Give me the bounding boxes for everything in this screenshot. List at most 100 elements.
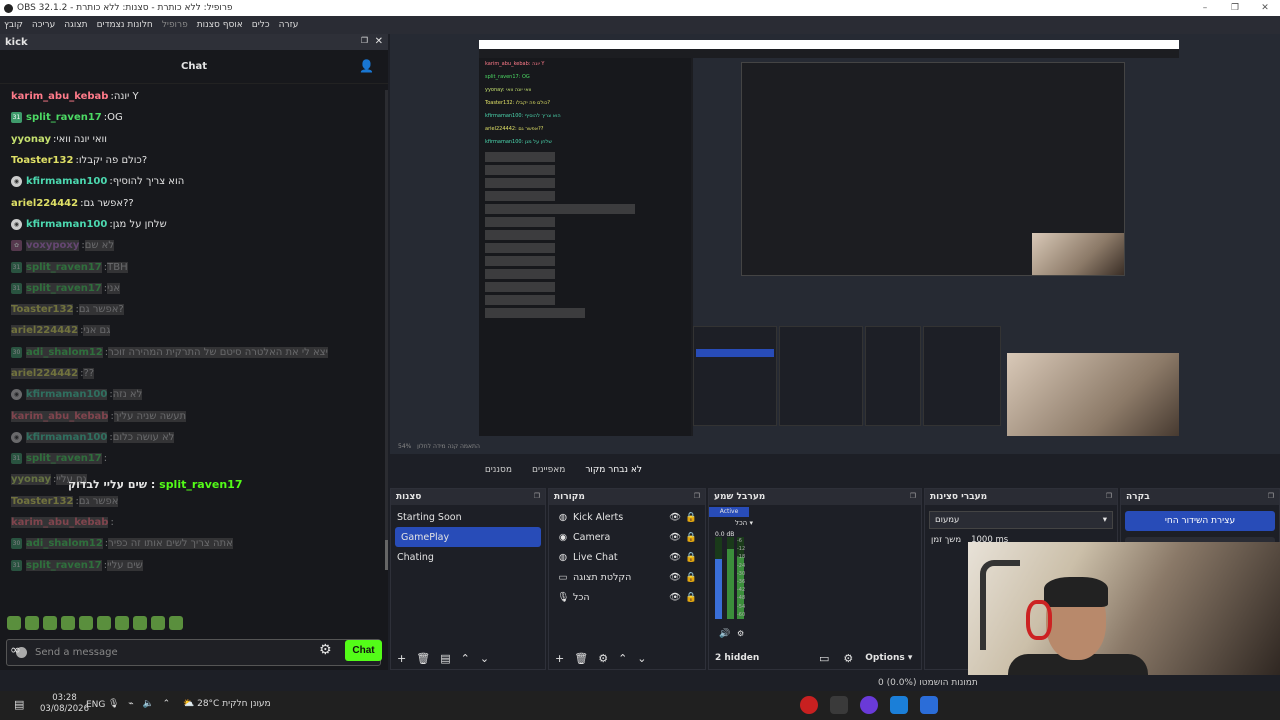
app-icon-edge[interactable]: [890, 696, 908, 714]
mixer-channel-name[interactable]: הכל ▾: [735, 519, 753, 527]
chat-send-button[interactable]: Chat: [345, 640, 382, 661]
add-source-icon[interactable]: +: [555, 652, 564, 665]
chat-username[interactable]: karim_abu_kebab: [11, 517, 109, 529]
chat-username[interactable]: ariel224442: [11, 368, 79, 379]
lock-icon[interactable]: 🔒: [685, 512, 697, 523]
menu-help[interactable]: עזרה: [279, 20, 299, 30]
chat-username[interactable]: ariel224442: [11, 198, 78, 209]
emote-icon[interactable]: [79, 616, 93, 630]
tab-filters[interactable]: מסננים: [485, 465, 512, 475]
lock-icon[interactable]: 🔒: [685, 572, 697, 583]
scene-item[interactable]: Chating: [391, 547, 545, 567]
close-dock-icon[interactable]: ✕: [375, 36, 383, 47]
preview-canvas[interactable]: karim_abu_kebab: יונה Y split_raven17: O…: [479, 40, 1179, 436]
chat-username[interactable]: split_raven17: [26, 282, 102, 294]
mixer-options-button[interactable]: Options ▾: [865, 653, 912, 663]
chat-username[interactable]: split_raven17: [26, 261, 102, 273]
emote-icon[interactable]: [169, 616, 183, 630]
visibility-icon[interactable]: 👁: [669, 592, 681, 603]
minimize-button[interactable]: –: [1190, 0, 1220, 16]
float-dock-icon[interactable]: ❐: [361, 36, 368, 45]
emote-icon[interactable]: [97, 616, 111, 630]
move-up-icon[interactable]: ⌃: [618, 652, 627, 665]
notifications-icon[interactable]: ▤: [14, 698, 24, 711]
chat-username[interactable]: karim_abu_kebab: [11, 410, 109, 422]
add-scene-icon[interactable]: +: [397, 652, 406, 665]
chat-username[interactable]: adi_shalom12: [26, 538, 103, 550]
emote-icon[interactable]: [7, 616, 21, 630]
language-indicator[interactable]: ENG: [86, 700, 105, 710]
mute-icon[interactable]: 🔊: [719, 629, 730, 639]
app-icon-store[interactable]: [920, 696, 938, 714]
menu-tools[interactable]: כלים: [252, 20, 270, 30]
chat-username[interactable]: kfirmaman100: [26, 219, 107, 230]
visibility-icon[interactable]: 👁: [669, 572, 681, 583]
float-dock-icon[interactable]: ❐: [1106, 492, 1112, 500]
lock-icon[interactable]: 🔒: [685, 532, 697, 543]
transition-select[interactable]: עמעום ▾: [929, 511, 1113, 529]
chat-settings-gear-icon[interactable]: ⚙: [319, 642, 332, 658]
menu-profile[interactable]: פרופיל: [162, 20, 188, 30]
app-icon-discord[interactable]: [860, 696, 878, 714]
menu-view[interactable]: תצוגה: [64, 20, 87, 30]
chat-username[interactable]: Toaster132: [11, 155, 73, 166]
chat-username[interactable]: yyonay: [11, 134, 51, 145]
system-tray-icons[interactable]: 🎙 ⌁ 🔈 ⌃: [108, 699, 173, 709]
chat-username[interactable]: kfirmaman100: [26, 176, 107, 187]
chat-username[interactable]: kfirmaman100: [26, 431, 108, 443]
infinity-icon[interactable]: ∞: [10, 643, 21, 658]
lock-icon[interactable]: 🔒: [685, 592, 697, 603]
remove-source-icon[interactable]: 🗑: [574, 652, 588, 665]
menu-docks[interactable]: חלונות נצמדים: [97, 20, 153, 30]
float-dock-icon[interactable]: ❐: [1268, 492, 1274, 500]
visibility-icon[interactable]: 👁: [669, 532, 681, 543]
emote-icon[interactable]: [25, 616, 39, 630]
users-icon[interactable]: 👤: [359, 59, 374, 73]
taskbar-clock[interactable]: 03:28 03/08/2026: [40, 693, 89, 715]
volume-slider[interactable]: [715, 537, 722, 619]
chat-username[interactable]: split_raven17: [26, 112, 102, 123]
maximize-button[interactable]: ❐: [1220, 0, 1250, 16]
move-down-icon[interactable]: ⌄: [637, 652, 646, 665]
scene-item[interactable]: GamePlay: [395, 527, 541, 547]
chat-username[interactable]: split_raven17: [26, 559, 102, 571]
tab-properties[interactable]: מאפיינים: [532, 465, 565, 475]
emote-icon[interactable]: [61, 616, 75, 630]
emote-icon[interactable]: [115, 616, 129, 630]
source-item[interactable]: ◍ Live Chat 👁 🔒: [549, 547, 705, 567]
menu-scene-collection[interactable]: אוסף סצנות: [197, 20, 243, 30]
close-button[interactable]: ✕: [1250, 0, 1280, 16]
source-item[interactable]: 🎙 הכל 👁 🔒: [549, 587, 705, 607]
chat-scrollbar[interactable]: [385, 90, 388, 570]
float-dock-icon[interactable]: ❐: [534, 492, 540, 500]
chat-username[interactable]: ariel224442: [11, 325, 79, 337]
chat-username[interactable]: adi_shalom12: [26, 346, 103, 358]
menu-edit[interactable]: עריכה: [32, 20, 55, 30]
zoom-value[interactable]: 54%: [398, 443, 411, 450]
app-icon-recorder[interactable]: [800, 696, 818, 714]
emote-icon[interactable]: [43, 616, 57, 630]
chat-username[interactable]: kfirmaman100: [26, 389, 108, 401]
float-dock-icon[interactable]: ❐: [694, 492, 700, 500]
weather-widget[interactable]: ⛅ 28°C מעונן חלקית: [183, 699, 271, 709]
stop-streaming-button[interactable]: עצירת השידור החי: [1125, 511, 1275, 531]
visibility-icon[interactable]: 👁: [669, 552, 681, 563]
emote-icon[interactable]: [133, 616, 147, 630]
move-down-icon[interactable]: ⌄: [480, 652, 489, 665]
source-item[interactable]: ◍ Kick Alerts 👁 🔒: [549, 507, 705, 527]
layout-icon[interactable]: ▭: [819, 652, 829, 665]
remove-scene-icon[interactable]: 🗑: [416, 652, 430, 665]
chat-username[interactable]: Toaster132: [11, 495, 74, 507]
hidden-count[interactable]: 2 hidden: [715, 653, 819, 663]
chat-username[interactable]: yyonay: [11, 474, 51, 486]
scene-item[interactable]: Starting Soon: [391, 507, 545, 527]
source-item[interactable]: ▭ הקלטת תצוגה 👁 🔒: [549, 567, 705, 587]
chat-username[interactable]: Toaster132: [11, 304, 74, 316]
menu-file[interactable]: קובץ: [4, 20, 23, 30]
chat-username[interactable]: voxypoxy: [26, 240, 80, 252]
chat-username[interactable]: karim_abu_kebab: [11, 91, 108, 102]
source-settings-icon[interactable]: ⚙: [598, 652, 608, 665]
source-item[interactable]: ◉ Camera 👁 🔒: [549, 527, 705, 547]
float-dock-icon[interactable]: ❐: [910, 492, 916, 500]
mixer-settings-icon[interactable]: ⚙: [737, 629, 744, 638]
